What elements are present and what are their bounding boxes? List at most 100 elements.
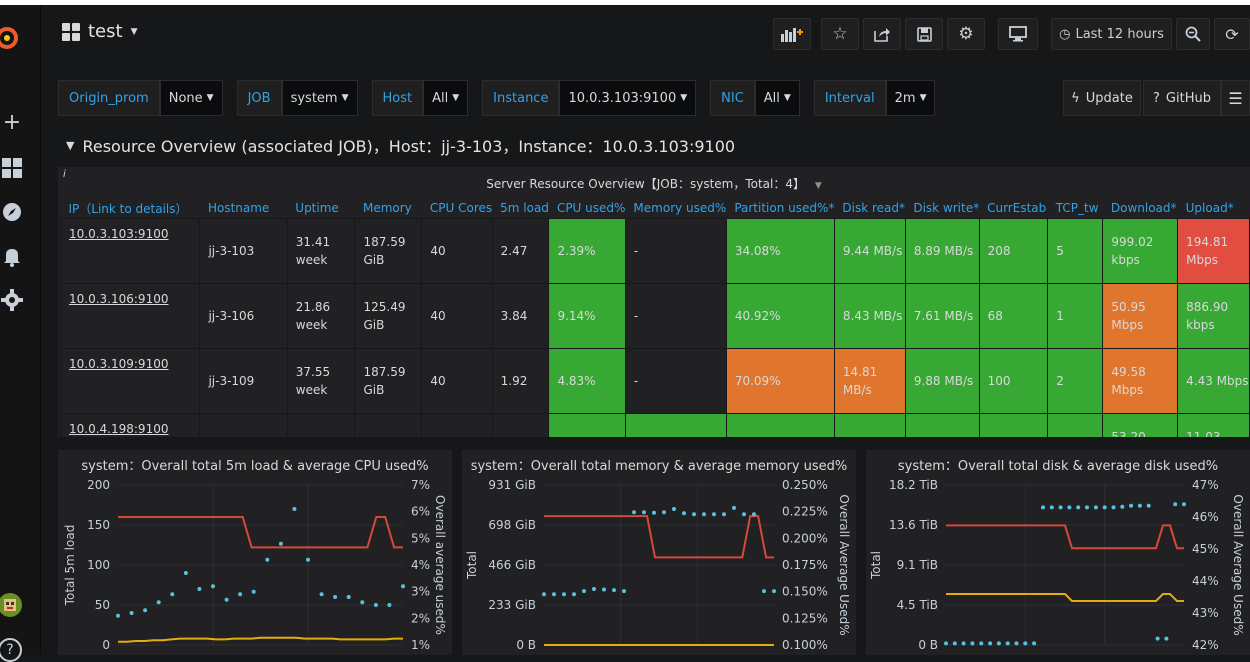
series-point	[265, 557, 270, 562]
cell-download: 999.02 kbps	[1102, 218, 1179, 284]
variable-interval: Interval 2m ▼	[813, 80, 936, 116]
table-row[interactable]: 10.0.3.109:9100 jj-3-109 37.55 week 187.59 …	[59, 348, 1250, 414]
alerting-bell-icon[interactable]	[0, 245, 24, 269]
zoom-out-button[interactable]	[1176, 18, 1210, 50]
column-header-cpu-used[interactable]: CPU used%	[549, 198, 625, 219]
column-header-download[interactable]: Download*	[1103, 198, 1178, 219]
column-header-curr-estab[interactable]: CurrEstab	[979, 198, 1048, 219]
column-header-memory-used[interactable]: Memory used%	[625, 198, 726, 219]
y-tick-label: 0 B	[918, 638, 938, 652]
series-point	[952, 641, 957, 646]
column-header-ip[interactable]: IP（Link to details）	[61, 198, 200, 219]
variable-select[interactable]: 2m ▼	[885, 80, 936, 116]
series-point	[292, 507, 297, 511]
y2-tick-label: 0.125%	[782, 611, 828, 625]
cell-curr-estab: 18	[978, 413, 1049, 437]
column-header-disk-write[interactable]: Disk write*	[905, 198, 979, 219]
user-avatar[interactable]	[0, 593, 22, 617]
cell-ip[interactable]: 10.0.4.198:9100	[59, 413, 201, 437]
series-point	[672, 507, 676, 511]
column-header-tcp-tw[interactable]: TCP_tw	[1048, 198, 1103, 219]
series-point	[306, 557, 310, 562]
series-point	[622, 589, 626, 594]
create-plus-icon[interactable]: +	[0, 111, 24, 135]
cell-memory: 125.49 GiB	[354, 283, 423, 349]
cell-disk-read: 8.43 MB/s	[833, 283, 906, 349]
variable-job: JOB system ▼	[236, 80, 358, 116]
column-header-disk-read[interactable]: Disk read*	[834, 198, 905, 219]
series-point	[1058, 505, 1063, 510]
refresh-button[interactable]: ⟳	[1214, 18, 1250, 50]
dashboards-icon[interactable]	[0, 157, 24, 181]
navbar: test ▼ ☆ ⚙ ◷ Last 12 hours ⟳	[40, 5, 1250, 65]
series-point	[632, 510, 636, 515]
dashboard-picker[interactable]: test ▼	[62, 21, 138, 42]
time-picker-button[interactable]: ◷ Last 12 hours	[1051, 18, 1172, 50]
share-button[interactable]	[863, 18, 901, 50]
settings-button[interactable]: ⚙	[947, 18, 985, 50]
column-header-upload[interactable]: Upload*	[1178, 198, 1250, 219]
series-point	[1076, 505, 1081, 510]
variable-origin-prom: Origin_prom None ▼	[58, 80, 223, 116]
cell-ip[interactable]: 10.0.3.109:9100	[59, 348, 201, 414]
dashboard-grid-icon	[62, 22, 80, 41]
chevron-down-icon: ▼	[130, 26, 138, 37]
column-header-hostname[interactable]: Hostname	[200, 198, 287, 219]
column-header-load-5m[interactable]: 5m load	[492, 198, 549, 219]
column-header-memory[interactable]: Memory	[355, 198, 422, 219]
variable-select[interactable]: system ▼	[281, 80, 358, 116]
cell-ip[interactable]: 10.0.3.103:9100	[59, 218, 201, 284]
y2-tick-label: 0.225%	[782, 505, 828, 519]
series-point	[143, 608, 148, 613]
table-body: 10.0.3.103:9100 jj-3-103 31.41 week 187.59 …	[59, 218, 1250, 437]
series-line-0	[544, 515, 774, 559]
table-row[interactable]: 10.0.4.198:9100jj-4-1986.00 day3.70 GiB2…	[59, 413, 1250, 437]
series-point	[1129, 503, 1134, 508]
variable-select[interactable]: All ▼	[423, 80, 469, 116]
series-point	[170, 592, 175, 597]
series-point	[572, 592, 576, 597]
panel-title[interactable]: Server Resource Overview【JOB：system，Tota…	[58, 175, 1250, 192]
table-row[interactable]: 10.0.3.103:9100 jj-3-103 31.41 week 187.59 …	[59, 218, 1250, 284]
menu-button[interactable]: ☰	[1221, 80, 1250, 116]
series-point	[183, 571, 188, 575]
series-point	[129, 611, 134, 615]
series-point	[1041, 505, 1045, 510]
cell-disk-read: 14.81 MB/s	[833, 348, 906, 414]
row-header[interactable]: ▼ Resource Overview (associated JOB)，Hos…	[66, 133, 735, 157]
column-header-uptime[interactable]: Uptime	[287, 198, 355, 219]
y-tick-label: 466 GiB	[488, 558, 536, 572]
series-point	[961, 641, 966, 646]
column-header-partition-used[interactable]: Partition used%*	[726, 198, 834, 219]
cell-load-5m: 1.92	[491, 348, 550, 414]
star-button[interactable]: ☆	[821, 18, 859, 50]
cell-cpu-cores: 40	[421, 218, 493, 284]
explore-compass-icon[interactable]	[0, 201, 24, 225]
cell-memory-used: -	[624, 283, 727, 349]
variable-select[interactable]: All ▼	[754, 80, 800, 116]
view-mode-button[interactable]	[998, 18, 1038, 50]
update-link[interactable]: ϟ Update	[1063, 80, 1141, 116]
series-point	[1067, 505, 1072, 510]
help-icon[interactable]: ?	[0, 638, 22, 662]
column-header-cpu-cores[interactable]: CPU Cores	[422, 198, 492, 219]
cell-ip[interactable]: 10.0.3.106:9100	[59, 283, 201, 349]
configuration-gear-icon[interactable]	[0, 289, 24, 313]
add-panel-button[interactable]	[773, 18, 811, 50]
variable-select[interactable]: 10.0.3.103:9100 ▼	[559, 80, 697, 116]
series-line-0	[118, 516, 403, 549]
variable-select[interactable]: None ▼	[159, 80, 223, 116]
y-tick-label: 150	[87, 518, 110, 532]
series-point	[1023, 641, 1028, 646]
github-link[interactable]: ? GitHub	[1143, 80, 1221, 116]
save-button[interactable]	[905, 18, 943, 50]
series-point	[1005, 641, 1010, 646]
grafana-logo-icon[interactable]	[0, 25, 20, 51]
y2-tick-label: 5%	[411, 531, 430, 545]
table-row[interactable]: 10.0.3.106:9100 jj-3-106 21.86 week 125.49 …	[59, 283, 1250, 349]
cell-cpu-used: 5.02%	[548, 413, 626, 437]
cell-uptime: 31.41 week	[286, 218, 356, 284]
y2-tick-label: 7%	[411, 478, 430, 492]
cell-cpu-cores: 40	[421, 348, 493, 414]
y-tick-label: 50	[95, 598, 110, 612]
